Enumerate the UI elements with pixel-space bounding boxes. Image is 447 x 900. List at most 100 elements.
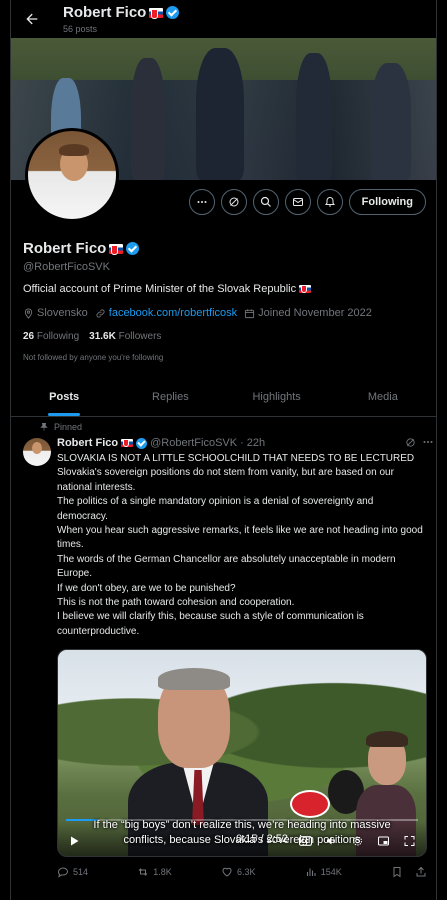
tab-replies[interactable]: Replies <box>117 377 223 416</box>
back-arrow-icon <box>26 13 38 25</box>
grok-icon <box>229 197 239 207</box>
post-line: The words of the German Chancellor are a… <box>57 553 396 580</box>
post-avatar-head <box>32 442 42 454</box>
profile-meta: Slovensko facebook.com/robertficosk Join… <box>23 307 379 319</box>
follow-stats: 26 Following 31.6K Followers <box>23 331 161 342</box>
volume-icon[interactable] <box>325 835 338 847</box>
post-line: The politics of a single mandatory opini… <box>57 496 374 522</box>
verified-badge-icon <box>166 6 180 19</box>
message-icon <box>292 198 303 206</box>
pinned-indicator: Pinned <box>39 422 82 432</box>
post-author-handle[interactable]: @RobertFicoSVK <box>150 437 237 449</box>
play-icon <box>71 836 79 846</box>
profile-avatar[interactable] <box>25 128 119 222</box>
more-button[interactable] <box>188 189 215 215</box>
post-line: If we don't obey, are we to be punished? <box>57 582 236 594</box>
post-time[interactable]: 22h <box>247 437 265 449</box>
profile-tabs: Posts Replies Highlights Media <box>11 377 436 417</box>
followers-count: 31.6K <box>89 331 116 342</box>
slovak-flag-icon <box>121 439 134 447</box>
post-more-button[interactable] <box>422 436 434 448</box>
tab-highlights[interactable]: Highlights <box>224 377 330 416</box>
like-action[interactable]: 6.3K <box>221 866 256 878</box>
banner-figure <box>196 48 244 180</box>
repost-count: 1.8K <box>153 867 172 877</box>
like-count: 6.3K <box>236 867 256 877</box>
profile-actions: Following <box>188 189 426 215</box>
location-text: Slovensko <box>37 307 88 319</box>
views-icon <box>306 868 316 876</box>
profile-page: Robert Fico 56 posts Following Robert Fi… <box>10 0 437 900</box>
followers-link[interactable]: 31.6K Followers <box>89 331 161 342</box>
video-time: 0:15 / 2:52 <box>236 833 288 845</box>
following-label: Following <box>36 331 80 342</box>
top-bar: Robert Fico 56 posts <box>11 0 436 38</box>
bookmark-icon[interactable] <box>391 866 403 878</box>
post-line: SLOVAKIA IS NOT A LITTLE SCHOOLCHILD THA… <box>57 453 415 464</box>
post-video[interactable]: If the “big boys” don’t realize this, we… <box>57 649 427 857</box>
notify-icon <box>324 196 335 207</box>
header-posts-count: 56 posts <box>63 24 98 34</box>
joined: Joined November 2022 <box>244 307 372 319</box>
profile-bio: Official account of Prime Minister of th… <box>23 283 312 295</box>
video-play-button[interactable] <box>68 835 80 847</box>
profile-handle: @RobertFicoSVK <box>23 261 110 273</box>
banner-figure <box>131 58 165 180</box>
reply-count: 514 <box>73 867 89 877</box>
tab-posts[interactable]: Posts <box>11 377 117 416</box>
settings-icon[interactable] <box>351 835 364 847</box>
verified-badge-icon[interactable] <box>126 242 140 255</box>
verified-badge-icon <box>136 437 148 449</box>
bio-text: Official account of Prime Minister of th… <box>23 283 297 295</box>
following-count: 26 <box>23 331 35 342</box>
like-icon <box>222 867 232 877</box>
following-link[interactable]: 26 Following <box>23 331 79 342</box>
tab-media[interactable]: Media <box>330 377 436 416</box>
views-count: 154K <box>320 867 342 877</box>
link-icon <box>96 308 105 318</box>
reply-icon <box>57 867 69 878</box>
website: facebook.com/robertficosk <box>95 307 237 319</box>
post-stats: 514 1.8K 6.3K 154K <box>57 866 427 878</box>
post-author-avatar[interactable] <box>23 438 51 466</box>
repost-action[interactable]: 1.8K <box>137 866 172 878</box>
cc-icon[interactable] <box>299 835 312 847</box>
reply-action[interactable]: 514 <box>57 866 88 878</box>
pin-icon <box>40 422 48 431</box>
header-title: Robert Fico <box>63 4 180 21</box>
profile-name-text: Robert Fico <box>23 240 107 257</box>
share-icon[interactable] <box>415 866 427 878</box>
search-icon <box>260 196 271 207</box>
views-action[interactable]: 154K <box>305 866 342 878</box>
post-line: When you hear such aggressive remarks, i… <box>57 525 423 551</box>
website-link[interactable]: facebook.com/robertficosk <box>109 307 237 319</box>
post-line: Slovakia's sovereign positions do not st… <box>57 467 394 493</box>
search-button[interactable] <box>252 189 279 215</box>
banner-figure <box>296 53 332 180</box>
calendar-icon <box>245 308 255 318</box>
following-button[interactable]: Following <box>348 189 426 215</box>
pip-icon[interactable] <box>377 835 390 847</box>
followers-label: Followers <box>118 331 162 342</box>
post-line: I believe we will clarify this, because … <box>57 611 364 637</box>
slovak-flag-icon <box>299 285 312 293</box>
notify-button[interactable] <box>316 189 343 215</box>
slovak-flag-icon <box>149 7 164 19</box>
not-followed-note: Not followed by anyone you're following <box>23 353 164 362</box>
post-author-name[interactable]: Robert Fico <box>57 437 118 449</box>
fullscreen-icon[interactable] <box>403 835 416 847</box>
joined-text: Joined November 2022 <box>258 307 372 319</box>
post-grok-button[interactable] <box>405 437 416 448</box>
video-control-icons <box>299 835 416 847</box>
location-icon <box>24 307 33 319</box>
grok-button[interactable] <box>220 189 247 215</box>
back-button[interactable] <box>21 8 43 30</box>
more-icon <box>423 441 433 443</box>
post-header: Robert Fico @RobertFicoSVK · 22h <box>57 437 265 449</box>
post-line: This is not the path toward cohesion and… <box>57 597 295 609</box>
message-button[interactable] <box>284 189 311 215</box>
banner-figure <box>371 63 411 180</box>
post-text: SLOVAKIA IS NOT A LITTLE SCHOOLCHILD THA… <box>57 452 427 639</box>
post-separator: · <box>240 437 244 449</box>
pinned-label: Pinned <box>54 422 83 432</box>
